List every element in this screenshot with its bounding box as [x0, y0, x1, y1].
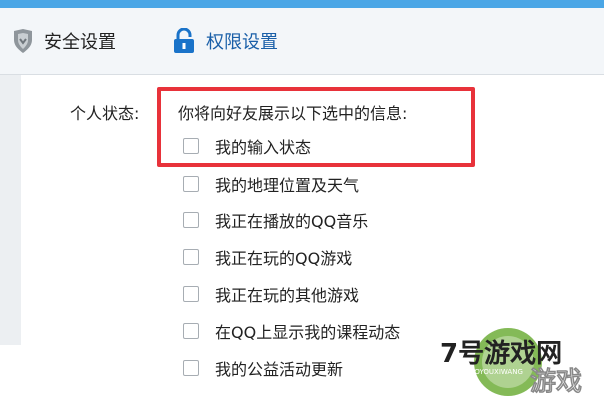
- option-location-weather[interactable]: 我的地理位置及天气: [183, 172, 359, 196]
- tab-label: 权限设置: [206, 32, 278, 53]
- tab-label: 安全设置: [44, 32, 116, 53]
- checkbox[interactable]: [183, 360, 199, 376]
- checkbox[interactable]: [183, 323, 199, 339]
- left-panel-strip: [0, 75, 21, 345]
- site-watermark: 7号游戏网 7HAOYOUXIWANG 游戏: [430, 322, 604, 403]
- window-top-bar: [0, 0, 604, 8]
- personal-status-label: 个人状态:: [70, 104, 140, 123]
- watermark-tagline: 游戏: [530, 367, 582, 397]
- option-label: 我的地理位置及天气: [215, 176, 360, 195]
- watermark-title: 7号游戏网: [440, 339, 562, 369]
- checkbox[interactable]: [183, 212, 199, 228]
- tab-security-settings[interactable]: 安全设置: [12, 28, 116, 58]
- settings-tab-bar: 安全设置 权限设置: [0, 8, 604, 75]
- option-label: 我正在播放的QQ音乐: [215, 212, 369, 231]
- option-charity-updates[interactable]: 我的公益活动更新: [183, 356, 343, 380]
- option-label: 在QQ上显示我的课程动态: [215, 323, 401, 342]
- option-label: 我正在玩的QQ游戏: [215, 249, 353, 268]
- watermark-subtitle: 7HAOYOUXIWANG: [460, 368, 523, 376]
- option-qq-game[interactable]: 我正在玩的QQ游戏: [183, 245, 352, 269]
- highlight-box: [157, 87, 475, 167]
- checkbox[interactable]: [183, 249, 199, 265]
- checkbox[interactable]: [183, 286, 199, 302]
- lock-icon: [172, 27, 196, 58]
- shield-icon: [12, 28, 34, 58]
- watermark-logo: 7号游戏网 7HAOYOUXIWANG 游戏: [440, 328, 582, 397]
- option-other-games[interactable]: 我正在玩的其他游戏: [183, 282, 359, 306]
- option-label: 我正在玩的其他游戏: [215, 286, 360, 305]
- checkbox[interactable]: [183, 176, 199, 192]
- option-label: 我的公益活动更新: [215, 360, 344, 379]
- option-qq-music[interactable]: 我正在播放的QQ音乐: [183, 208, 368, 232]
- tab-permission-settings[interactable]: 权限设置: [172, 27, 278, 58]
- option-course-updates[interactable]: 在QQ上显示我的课程动态: [183, 319, 400, 343]
